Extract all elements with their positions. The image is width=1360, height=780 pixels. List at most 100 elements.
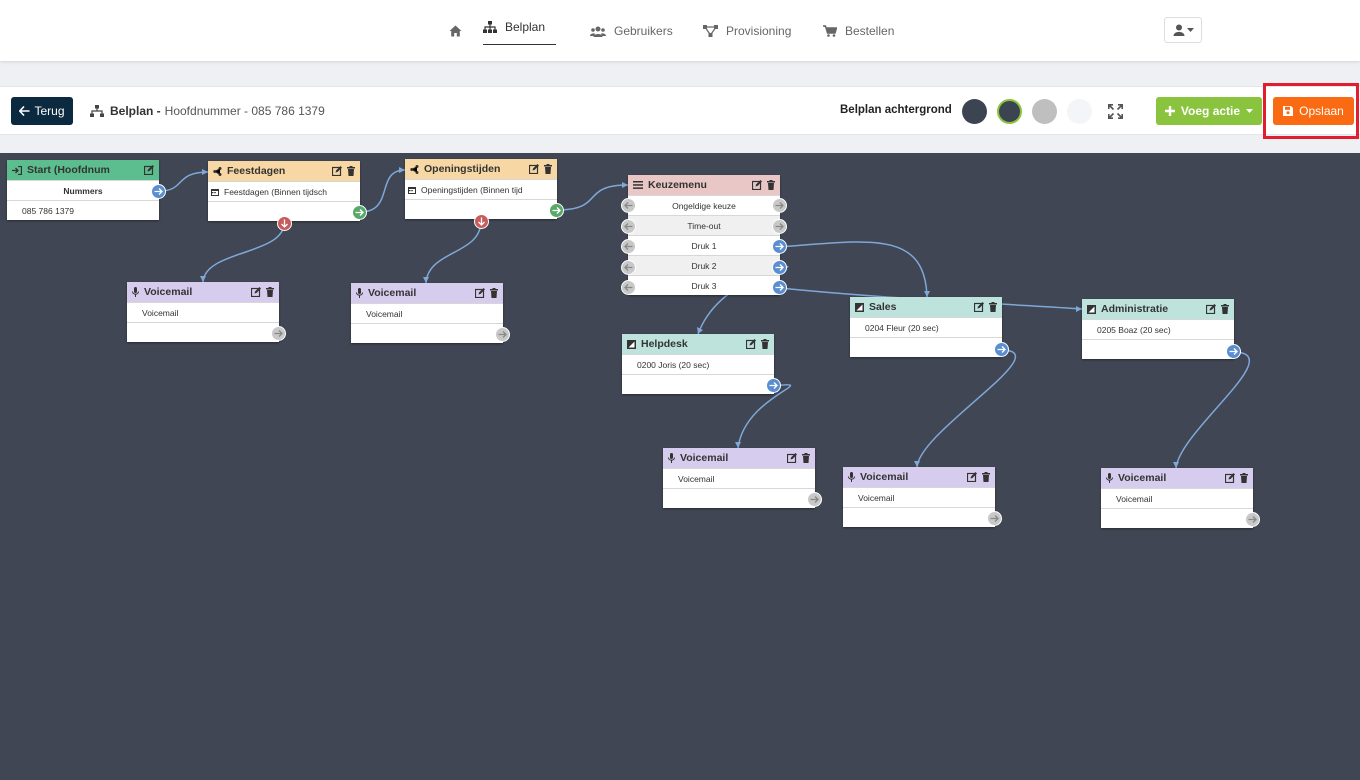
edit-icon[interactable] — [251, 287, 261, 297]
port-druk1-out[interactable] — [772, 239, 787, 254]
port-keuzemenu-in[interactable] — [621, 239, 636, 254]
port-openingstijden-alt[interactable] — [474, 214, 489, 229]
trash-icon[interactable] — [347, 166, 355, 176]
breadcrumb-title: Belplan - — [110, 104, 161, 118]
port-feestdagen-alt[interactable] — [277, 216, 292, 231]
swatch-dark-selected[interactable] — [997, 99, 1022, 124]
node-sales-row: 0204 Fleur (20 sec) — [850, 317, 1002, 337]
node-voicemail-header[interactable]: Voicemail — [663, 448, 815, 468]
trash-icon[interactable] — [761, 339, 769, 349]
edit-icon[interactable] — [967, 472, 977, 482]
port-keuzemenu-in[interactable] — [621, 260, 636, 275]
save-button[interactable]: Opslaan — [1273, 97, 1354, 125]
node-helpdesk-header[interactable]: Helpdesk — [622, 334, 774, 354]
node-keuzemenu[interactable]: Keuzemenu Ongeldige keuze Time-out Druk … — [628, 175, 780, 295]
port-voicemail-out[interactable] — [807, 492, 822, 507]
swatch-grey[interactable] — [1032, 99, 1057, 124]
swatch-dark-slate[interactable] — [962, 99, 987, 124]
port-time-out-out[interactable] — [772, 219, 787, 234]
edit-icon[interactable] — [332, 166, 342, 176]
nav-home[interactable] — [449, 18, 462, 44]
port-ongeldige-keuze-out[interactable] — [772, 198, 787, 213]
node-voicemail-title: Voicemail — [680, 452, 729, 464]
edit-icon[interactable] — [974, 302, 984, 312]
node-voicemail-title: Voicemail — [368, 287, 417, 299]
edit-icon[interactable] — [529, 164, 539, 174]
node-sales-header[interactable]: Sales — [850, 297, 1002, 317]
edit-icon[interactable] — [144, 165, 154, 175]
port-keuzemenu-in[interactable] — [621, 198, 636, 213]
nav-gebruikers-label: Gebruikers — [614, 24, 673, 38]
node-voicemail-3[interactable]: Voicemail Voicemail — [663, 448, 815, 508]
node-helpdesk[interactable]: Helpdesk 0200 Joris (20 sec) — [622, 334, 774, 394]
edit-icon[interactable] — [787, 453, 797, 463]
edit-icon[interactable] — [752, 180, 762, 190]
edit-icon[interactable] — [1225, 473, 1235, 483]
back-button[interactable]: Terug — [11, 97, 73, 125]
node-feestdagen[interactable]: Feestdagen Feestdagen (Binnen tijdsch — [208, 161, 360, 221]
port-druk2-out[interactable] — [772, 260, 787, 275]
node-voicemail-2[interactable]: Voicemail Voicemail — [351, 283, 503, 343]
trash-icon[interactable] — [989, 302, 997, 312]
nav-belplan[interactable]: Belplan — [483, 18, 556, 45]
port-keuzemenu-in[interactable] — [621, 219, 636, 234]
node-voicemail-4[interactable]: Voicemail Voicemail — [843, 467, 995, 527]
node-openingstijden-header[interactable]: Openingstijden — [405, 159, 557, 179]
trash-icon[interactable] — [982, 472, 990, 482]
node-voicemail-header[interactable]: Voicemail — [127, 282, 279, 302]
nav-belplan-label: Belplan — [505, 20, 546, 34]
node-administratie-header[interactable]: Administratie — [1082, 299, 1234, 319]
nav-provisioning[interactable]: Provisioning — [703, 18, 791, 44]
arrow-right-icon — [769, 382, 778, 389]
arrow-right-icon — [990, 515, 999, 522]
node-start-header[interactable]: Start (Hoofdnum — [7, 160, 159, 180]
trash-icon[interactable] — [544, 164, 552, 174]
trash-icon[interactable] — [1221, 304, 1229, 314]
arrow-left-icon — [624, 243, 633, 250]
nav-bestellen[interactable]: Bestellen — [823, 18, 894, 44]
port-voicemail-out[interactable] — [271, 326, 286, 341]
port-openingstijden-out[interactable] — [549, 203, 564, 218]
port-administratie-out[interactable] — [1226, 344, 1241, 359]
node-keuzemenu-header[interactable]: Keuzemenu — [628, 175, 780, 195]
swatch-light[interactable] — [1067, 99, 1092, 124]
node-voicemail-header[interactable]: Voicemail — [843, 467, 995, 487]
port-keuzemenu-in[interactable] — [621, 280, 636, 295]
arrow-right-icon — [775, 264, 784, 271]
trash-icon[interactable] — [802, 453, 810, 463]
port-helpdesk-out[interactable] — [766, 378, 781, 393]
nav-gebruikers[interactable]: Gebruikers — [590, 18, 673, 44]
edit-icon[interactable] — [475, 288, 485, 298]
node-start[interactable]: Start (Hoofdnum Nummers 085 786 1379 — [7, 160, 159, 220]
fullscreen-icon[interactable] — [1108, 104, 1123, 119]
port-druk3-out[interactable] — [772, 280, 787, 295]
node-administratie-row — [1082, 339, 1234, 359]
node-sales[interactable]: Sales 0204 Fleur (20 sec) — [850, 297, 1002, 357]
port-feestdagen-out[interactable] — [352, 205, 367, 220]
group-icon — [1087, 304, 1096, 314]
node-openingstijden[interactable]: Openingstijden Openingstijden (Binnen ti… — [405, 159, 557, 219]
user-menu-button[interactable] — [1164, 17, 1202, 43]
trash-icon[interactable] — [490, 288, 498, 298]
port-voicemail-out[interactable] — [987, 511, 1002, 526]
node-administratie[interactable]: Administratie 0205 Boaz (20 sec) — [1082, 299, 1234, 359]
edit-icon[interactable] — [746, 339, 756, 349]
node-voicemail-1[interactable]: Voicemail Voicemail — [127, 282, 279, 342]
trash-icon[interactable] — [266, 287, 274, 297]
trash-icon[interactable] — [767, 180, 775, 190]
node-administratie-title: Administratie — [1101, 303, 1169, 315]
port-voicemail-out[interactable] — [1245, 512, 1260, 527]
port-start-out[interactable] — [151, 184, 166, 199]
sitemap-icon — [483, 21, 497, 33]
node-voicemail-5[interactable]: Voicemail Voicemail — [1101, 468, 1253, 528]
arrow-right-icon — [552, 207, 561, 214]
add-action-button[interactable]: Voeg actie — [1156, 97, 1262, 125]
port-voicemail-out[interactable] — [495, 327, 510, 342]
port-sales-out[interactable] — [994, 342, 1009, 357]
node-start-row: Nummers — [7, 180, 159, 200]
edit-icon[interactable] — [1206, 304, 1216, 314]
node-voicemail-header[interactable]: Voicemail — [351, 283, 503, 303]
node-voicemail-header[interactable]: Voicemail — [1101, 468, 1253, 488]
trash-icon[interactable] — [1240, 473, 1248, 483]
node-feestdagen-header[interactable]: Feestdagen — [208, 161, 360, 181]
